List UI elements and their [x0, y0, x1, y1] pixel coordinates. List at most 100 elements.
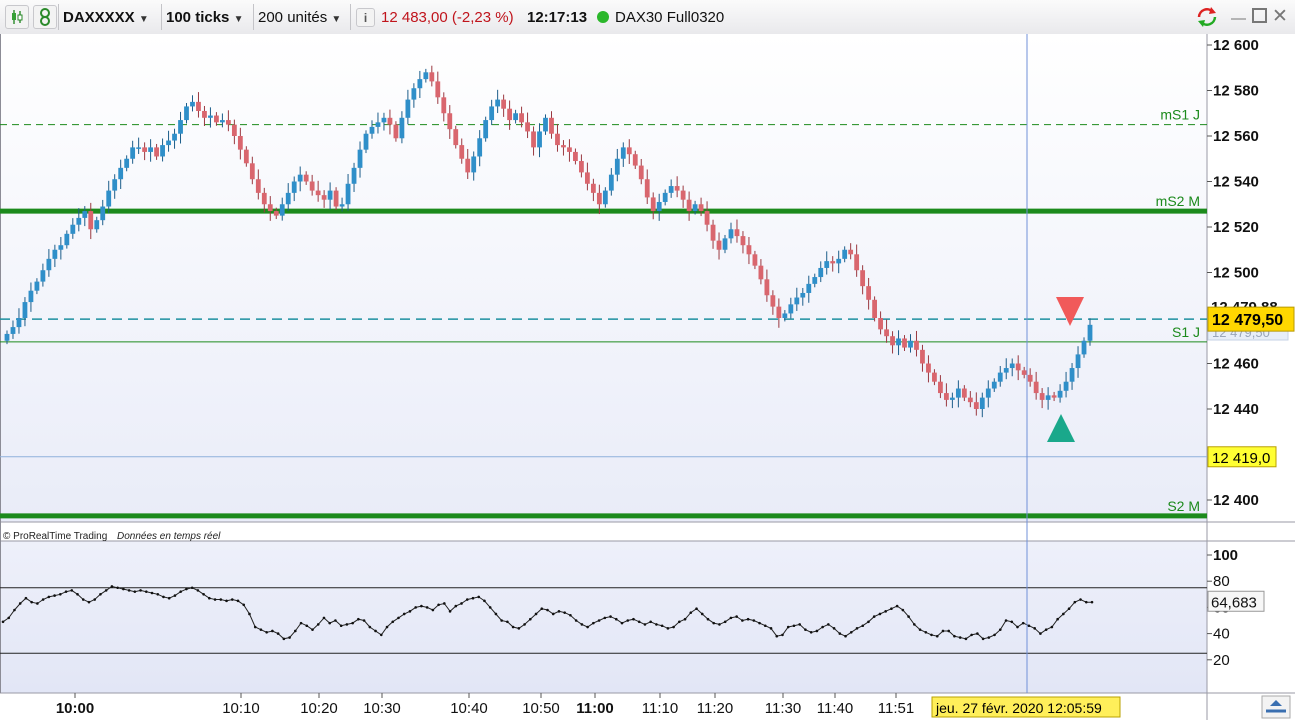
oscillator-point [1067, 607, 1071, 611]
oscillator-point [821, 625, 824, 629]
close-icon[interactable]: ✕ [1272, 5, 1288, 28]
candle-bull [1087, 324, 1093, 341]
candle-bull [34, 281, 40, 291]
scroll-top-button[interactable] [1261, 695, 1291, 719]
oscillator-point [271, 629, 274, 633]
oscillator-point [483, 599, 486, 603]
candle-bull [345, 183, 351, 205]
oscillator-point [213, 598, 217, 601]
oscillator-point [179, 590, 182, 593]
units-selector[interactable]: 200 unités ▼ [258, 9, 341, 26]
price-tick-label: 12 580 [1213, 83, 1259, 100]
candle-bear [740, 236, 746, 246]
oscillator-point [953, 634, 956, 638]
oscillator-point [288, 636, 291, 639]
candle-bear [848, 249, 854, 255]
maximize-icon[interactable] [1252, 8, 1267, 23]
candle-bull [363, 133, 369, 150]
link-icon[interactable] [33, 5, 57, 29]
candle-bear [435, 81, 441, 98]
oscillator-point [374, 629, 377, 633]
oscillator-point [849, 630, 853, 634]
oscillator-point [30, 600, 33, 604]
oscillator-point [357, 617, 360, 621]
oscillator-point [494, 612, 498, 616]
oscillator-point [202, 593, 205, 596]
oscillator-point [500, 619, 503, 622]
oscillator-point [36, 602, 39, 605]
candle-bear [1039, 393, 1045, 400]
oscillator-tick-label: 80 [1213, 573, 1230, 590]
oscillator-point [700, 612, 704, 616]
oscillator-point [792, 624, 796, 628]
oscillator-point [913, 623, 916, 626]
time-tick-label: 10:30 [363, 700, 401, 717]
oscillator-point [695, 607, 698, 611]
oscillator-point [678, 620, 681, 624]
oscillator-point [666, 627, 670, 630]
oscillator-point [706, 617, 710, 621]
oscillator-point [167, 596, 171, 600]
oscillator-point [443, 602, 446, 605]
oscillator-point [190, 586, 194, 590]
oscillator-point [13, 608, 16, 612]
oscillator-point [546, 608, 549, 612]
oscillator-point [987, 636, 991, 639]
candle-bear [914, 340, 919, 350]
candle-bear [704, 211, 710, 225]
candle-bull [10, 327, 16, 334]
oscillator-point [150, 591, 154, 595]
candle-bull [40, 270, 46, 282]
oscillator-point [385, 625, 389, 629]
oscillator-point [861, 624, 865, 628]
oscillator-point [614, 617, 618, 621]
oscillator-point [322, 616, 326, 620]
oscillator-tick-label: 100 [1213, 547, 1238, 564]
candle-bull [327, 190, 333, 200]
candle-bull [184, 106, 189, 121]
oscillator-point [242, 603, 246, 607]
oscillator-point [930, 633, 933, 637]
candlestick-icon[interactable] [5, 5, 29, 29]
time-tick-label: 10:00 [56, 700, 94, 717]
oscillator-point [1016, 625, 1019, 629]
minimize-icon[interactable]: — [1231, 10, 1246, 27]
candle-bear [501, 99, 507, 109]
credit-text: © ProRealTime Trading [3, 531, 107, 542]
oscillator-point [162, 595, 165, 599]
candle-bull [1081, 340, 1087, 355]
refresh-icon[interactable] [1195, 6, 1219, 28]
oscillator-point [24, 596, 28, 600]
oscillator-point [362, 619, 366, 622]
oscillator-point [551, 612, 555, 616]
candle-bear [680, 190, 686, 200]
instrument-selector[interactable]: DAXXXXX ▼ [63, 9, 149, 26]
candle-bull [1057, 390, 1063, 398]
oscillator-point [471, 596, 475, 600]
oscillator-point [414, 606, 417, 609]
candle-bear [770, 295, 776, 307]
oscillator-point [465, 598, 469, 601]
realtime-text: Données en temps réel [117, 531, 221, 542]
candle-bull [160, 145, 165, 157]
oscillator-point [506, 620, 509, 624]
candle-bull [58, 245, 64, 250]
candle-bull [614, 158, 620, 175]
oscillator-point [248, 612, 251, 616]
candle-bear [447, 113, 453, 130]
candle-bull [985, 388, 991, 398]
ticks-selector[interactable]: 100 ticks ▼ [166, 9, 243, 26]
oscillator-point [93, 598, 97, 601]
candle-bull [824, 261, 830, 268]
time-tick-label: 11:10 [642, 700, 678, 717]
oscillator-point [420, 604, 423, 608]
oscillator-point [523, 623, 526, 626]
oscillator-point [1084, 600, 1088, 604]
level-price-label: 12 419,0 [1212, 450, 1270, 467]
candle-bear [866, 286, 872, 300]
time-tick-label: 10:50 [522, 700, 560, 717]
info-icon[interactable]: i [356, 8, 375, 27]
oscillator-point [133, 590, 137, 593]
candle-bull [339, 204, 345, 207]
candle-bull [794, 297, 800, 305]
